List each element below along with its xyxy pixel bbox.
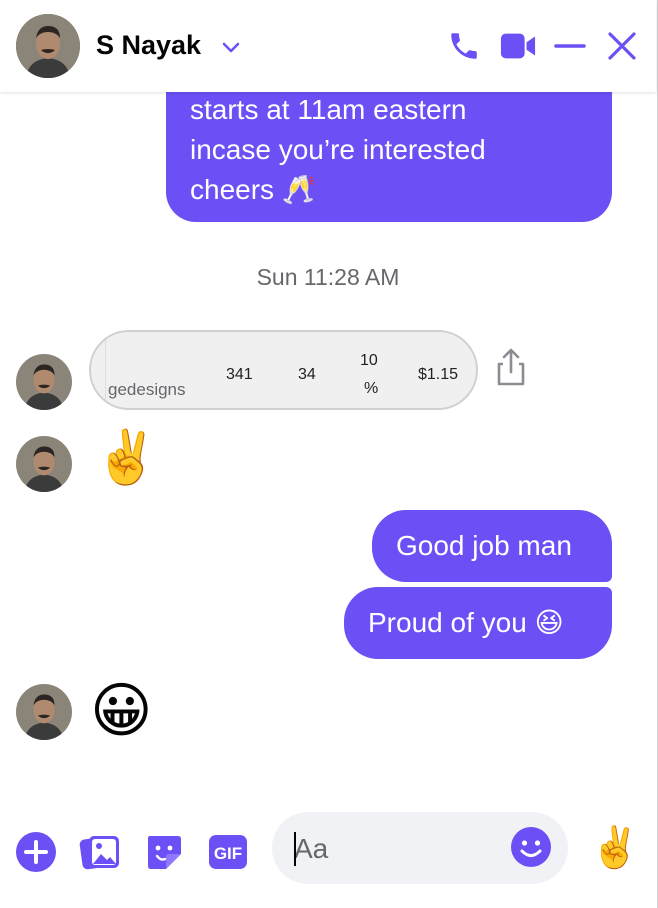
photo-icon[interactable] (78, 830, 122, 874)
link-value: 34 (298, 366, 316, 383)
received-emoji[interactable]: 😀 (90, 678, 153, 744)
chat-window: S Nayak starts at 11am eastern incase yo… (0, 0, 658, 908)
contact-avatar[interactable] (16, 436, 72, 492)
contact-avatar[interactable] (16, 354, 72, 410)
quick-reaction-button[interactable]: ✌️ (590, 826, 640, 870)
message-line: incase you’re interested (190, 134, 486, 165)
share-icon[interactable] (494, 348, 528, 388)
link-preview: gedesigns 341 34 10 % $1.15 (105, 336, 476, 406)
sent-message-bubble[interactable]: Good job man (372, 510, 612, 582)
text-caret (294, 832, 296, 866)
contact-avatar[interactable] (16, 684, 72, 740)
minimize-icon[interactable] (552, 28, 588, 64)
received-emoji[interactable]: ✌️ (94, 428, 159, 488)
message-timestamp: Sun 11:28 AM (256, 264, 400, 290)
message-input[interactable] (294, 830, 504, 868)
sent-message-bubble[interactable]: Proud of you 😆 (344, 587, 612, 659)
link-value: 341 (226, 366, 253, 383)
contact-name[interactable]: S Nayak (96, 30, 201, 61)
shared-link-card[interactable]: gedesigns 341 34 10 % $1.15 (89, 330, 478, 410)
video-call-icon[interactable] (500, 28, 536, 64)
add-icon[interactable] (14, 830, 58, 874)
sticker-icon[interactable] (142, 830, 186, 874)
close-icon[interactable] (604, 28, 640, 64)
link-source: gedesigns (108, 380, 186, 399)
contact-avatar[interactable] (16, 14, 80, 78)
emoji-picker-icon[interactable] (510, 826, 552, 868)
sent-message-bubble[interactable]: starts at 11am eastern incase you’re int… (166, 92, 612, 222)
chat-header: S Nayak (0, 0, 656, 92)
message-line: cheers 🥂 (190, 174, 317, 205)
link-value: $1.15 (418, 366, 459, 383)
message-composer: GIF ✌️ (0, 808, 656, 908)
message-input-container[interactable] (272, 812, 568, 884)
message-list[interactable]: starts at 11am eastern incase you’re int… (0, 92, 656, 802)
gif-icon[interactable]: GIF (206, 830, 250, 874)
message-line: starts at 11am eastern (190, 94, 467, 125)
link-value: % (364, 380, 379, 397)
link-value: 10 (360, 352, 378, 369)
gif-label: GIF (214, 844, 242, 863)
chevron-down-icon[interactable] (220, 36, 242, 58)
audio-call-icon[interactable] (446, 28, 482, 64)
